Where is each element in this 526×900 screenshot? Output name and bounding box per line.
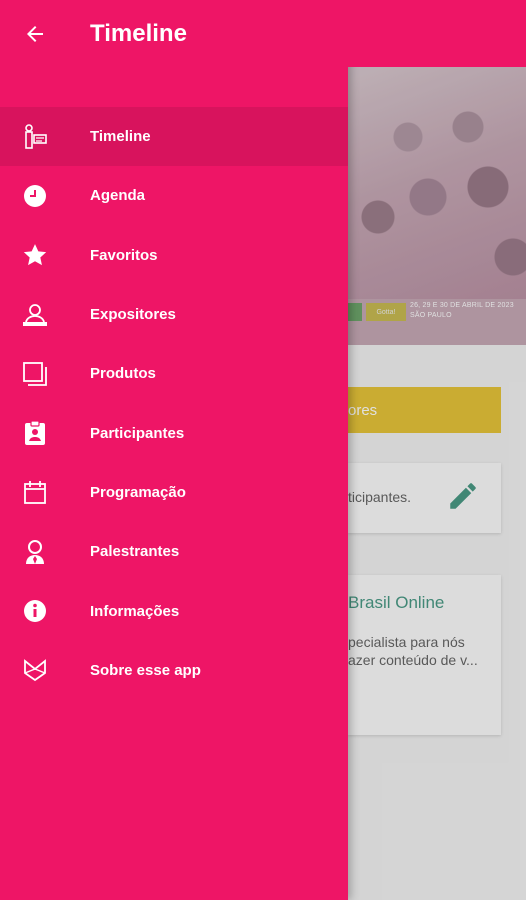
menu-item-expositores[interactable]: Expositores	[0, 285, 348, 344]
menu-item-label: Palestrantes	[90, 543, 180, 561]
menu-item-label: Participantes	[90, 424, 185, 442]
menu-item-label: Favoritos	[90, 246, 158, 264]
calendar-icon	[0, 463, 70, 522]
clock-icon	[0, 166, 70, 225]
arrow-left-icon[interactable]	[0, 0, 70, 67]
menu-item-label: Expositores	[90, 306, 176, 324]
menu-item-label: Timeline	[90, 128, 151, 146]
menu-item-participantes[interactable]: Participantes	[0, 403, 348, 462]
menu-item-produtos[interactable]: Produtos	[0, 344, 348, 403]
products-icon	[0, 344, 70, 403]
menu-item-favoritos[interactable]: Favoritos	[0, 226, 348, 285]
page-title: Timeline	[90, 19, 187, 47]
menu-item-agenda[interactable]: Agenda	[0, 166, 348, 225]
menu-item-programacao[interactable]: Programação	[0, 463, 348, 522]
app-logo-icon	[0, 641, 70, 700]
exhibitor-icon	[0, 285, 70, 344]
menu-item-label: Agenda	[90, 187, 146, 205]
menu-item-label: Programação	[90, 483, 186, 501]
menu-item-label: Produtos	[90, 365, 156, 383]
menu-item-label: Informações	[90, 602, 180, 620]
navigation-drawer: Timeline Agenda Favoritos Expositores Pr…	[0, 0, 348, 900]
menu-item-timeline[interactable]: Timeline	[0, 107, 348, 167]
menu-item-palestrantes[interactable]: Palestrantes	[0, 522, 348, 581]
speaker-icon	[0, 522, 70, 581]
timeline-icon	[0, 107, 70, 166]
star-icon	[0, 226, 70, 285]
menu-item-informacoes[interactable]: Informações	[0, 581, 348, 640]
app-bar: Timeline	[0, 0, 526, 67]
badge-icon	[0, 404, 70, 463]
menu-item-label: Sobre esse app	[90, 661, 201, 679]
drawer-menu: Timeline Agenda Favoritos Expositores Pr…	[0, 107, 348, 700]
info-icon	[0, 582, 70, 641]
menu-item-sobre[interactable]: Sobre esse app	[0, 641, 348, 700]
